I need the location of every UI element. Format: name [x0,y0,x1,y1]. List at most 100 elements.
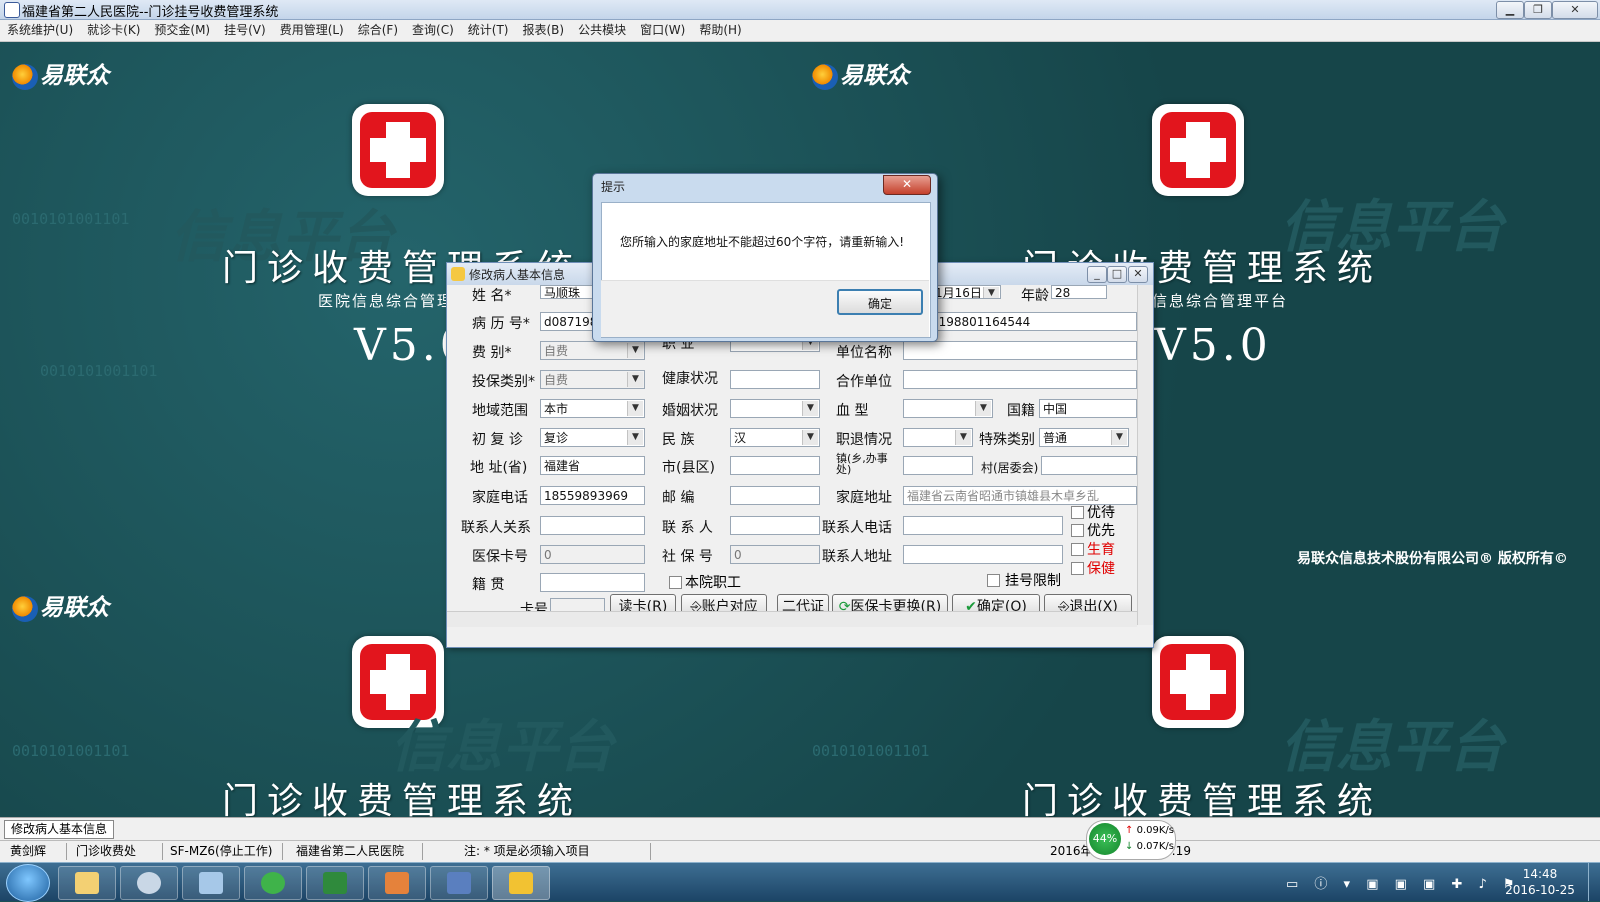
zip-field[interactable] [730,486,820,505]
alert-dialog: 提示 ✕ 您所输入的家庭地址不能超过60个字符，请重新输入! 确定 [592,173,938,342]
social-no-field[interactable]: 0 [730,545,820,564]
status-bar: 黄剑辉 门诊收费处 SF-MZ6(停止工作) 福建省第二人民医院 注: * 项是… [0,840,1600,863]
contact-address-field[interactable] [903,545,1063,564]
special-select[interactable]: 普通 ▼ [1039,428,1129,447]
birth-date-select[interactable]: 1月16日 ▼ [931,285,1001,299]
network-monitor[interactable]: 44% ↑ 0.09K/s ↓ 0.07K/s [1086,820,1176,860]
age-field[interactable]: 28 [1051,285,1107,299]
system-title: 门诊收费管理系统 [222,781,583,817]
retire-select[interactable]: ▼ [903,428,973,447]
dropdown-arrow-icon: ▼ [983,287,999,298]
taskbar-excel[interactable] [306,866,364,900]
nationality-field[interactable]: 中国 [1039,399,1137,418]
label-insurance-type: 投保类别* [472,374,535,390]
town-field[interactable] [903,456,973,475]
city-field[interactable] [730,456,820,475]
restore-button[interactable]: ❐ [1524,1,1552,19]
checkbox-healthcare[interactable] [1071,562,1084,575]
menu-window[interactable]: 窗口(W) [633,20,692,41]
label-work-unit: 单位名称 [836,345,892,361]
form-minimize-button[interactable]: _ [1087,266,1107,283]
insurance-type-select[interactable]: 自费 ▼ [540,370,645,389]
label-social-no: 社 保 号 [662,549,713,565]
home-phone-field[interactable]: 18559893969 [540,486,645,505]
menu-general[interactable]: 综合(F) [351,20,405,41]
menu-help[interactable]: 帮助(H) [692,20,748,41]
marital-select[interactable]: ▼ [730,399,820,418]
logo-ring-icon [812,63,838,90]
dialog-close-button[interactable]: ✕ [883,175,931,195]
form-close-button[interactable]: ✕ [1128,266,1148,283]
province-field[interactable]: 福建省 [540,456,645,475]
checkbox-priority[interactable] [1071,524,1084,537]
dropdown-arrow-icon: ▼ [627,430,643,445]
med-card-field[interactable]: 0 [540,545,645,564]
id-number-field[interactable]: 3198801164544 [927,312,1137,331]
menu-system[interactable]: 系统维护(U) [0,20,80,41]
taskbar-app[interactable] [368,866,426,900]
dialog-ok-button[interactable]: 确定 [837,289,923,315]
form-maximize-button[interactable]: □ [1107,266,1127,283]
show-desktop-button[interactable] [1588,863,1600,901]
taskbar-browser[interactable] [244,866,302,900]
label-contact: 联 系 人 [662,520,713,536]
menu-card[interactable]: 就诊卡(K) [80,20,147,41]
minimize-button[interactable]: ▁ [1496,1,1524,19]
label-age: 年龄 [1021,288,1049,304]
horizontal-scrollbar[interactable] [447,611,1137,627]
tray-icons[interactable]: ▭ ⓘ ▾ ▣ ▣ ▣ ✚ ♪ ⚑ [1286,873,1515,892]
dropdown-arrow-icon: ▼ [627,343,643,358]
label-province: 地 址(省) [470,460,528,476]
red-cross-icon [352,104,444,196]
label-visit-type: 初 复 诊 [472,432,523,448]
status-user: 黄剑辉 [4,843,67,860]
checkbox-maternity[interactable] [1071,543,1084,556]
native-place-field[interactable] [540,573,645,592]
menu-bar: 系统维护(U) 就诊卡(K) 预交金(M) 挂号(V) 费用管理(L) 综合(F) 查询(C… [0,20,1600,42]
menu-query[interactable]: 查询(C) [405,20,461,41]
vertical-scrollbar[interactable] [1137,285,1153,625]
system-title: 门诊收费管理系统 [1022,781,1383,817]
ethnicity-select[interactable]: 汉 ▼ [730,428,820,447]
village-field[interactable] [1041,456,1137,475]
taskbar-explorer[interactable] [58,866,116,900]
contact-field[interactable] [730,516,820,535]
health-field[interactable] [730,370,820,389]
excel-icon [323,872,347,894]
menu-deposit[interactable]: 预交金(M) [147,20,217,41]
label-special: 特殊类别 [979,432,1035,448]
his-icon [509,872,533,894]
menu-public[interactable]: 公共模块 [571,20,633,41]
visit-type-select[interactable]: 复诊 ▼ [540,428,645,447]
checkbox-preferential[interactable] [1071,506,1084,519]
label-maternity: 生育 [1087,542,1115,558]
close-button[interactable]: ✕ [1552,1,1598,19]
contact-phone-field[interactable] [903,516,1063,535]
start-button[interactable] [6,864,50,902]
taskbar-sql[interactable] [430,866,488,900]
checkbox-staff[interactable] [669,576,682,589]
status-note: 注: * 项是必须输入项目 [458,843,651,860]
coop-unit-field[interactable] [903,370,1137,389]
label-home-phone: 家庭电话 [472,490,528,506]
blood-select[interactable]: ▼ [903,399,993,418]
region-select[interactable]: 本市 ▼ [540,399,645,418]
active-window-tab[interactable]: 修改病人基本信息 [4,820,115,839]
status-terminal: SF-MZ6(停止工作) [164,843,283,860]
taskbar-his[interactable] [492,866,550,900]
contact-relation-field[interactable] [540,516,645,535]
fee-type-select[interactable]: 自费 ▼ [540,341,645,360]
menu-report[interactable]: 报表(B) [515,20,571,41]
clock[interactable]: 14:48 2016-10-25 [1500,866,1580,898]
label-preferential: 优待 [1087,505,1115,521]
label-zip: 邮 编 [662,490,695,506]
work-unit-field[interactable] [903,341,1137,360]
menu-fee[interactable]: 费用管理(L) [273,20,351,41]
watermark-text: 信息平台 [1280,715,1504,780]
upload-speed: 0.09K/s [1136,825,1174,836]
menu-stats[interactable]: 统计(T) [461,20,516,41]
checkbox-reg-limit[interactable] [987,574,1000,587]
taskbar-compass[interactable] [120,866,178,900]
menu-register[interactable]: 挂号(V) [217,20,273,41]
taskbar-notepad[interactable] [182,866,240,900]
